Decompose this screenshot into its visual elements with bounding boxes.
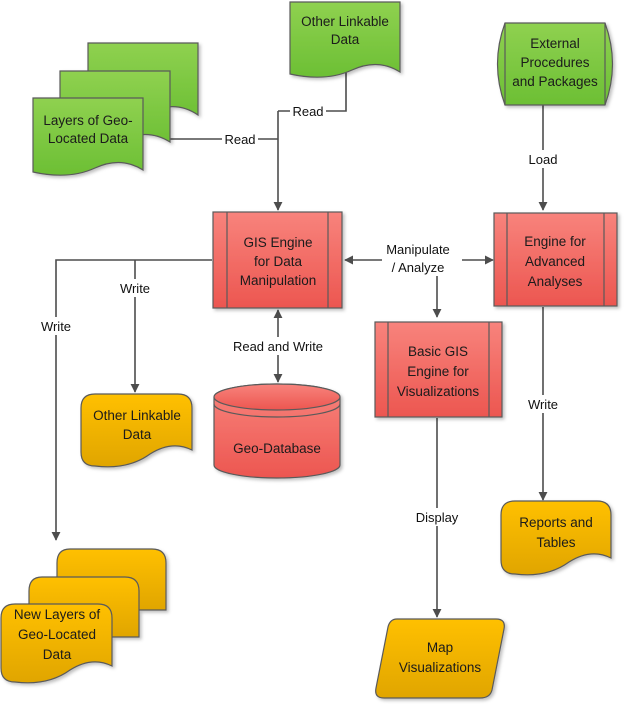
node-text: Map	[427, 640, 453, 655]
node-reports-and-tables[interactable]: Reports and Tables	[500, 500, 612, 576]
node-text: Geo-Located	[18, 627, 96, 642]
node-geo-database[interactable]: Geo-Database	[213, 383, 341, 479]
node-text: New Layers of	[14, 607, 101, 622]
node-gis-engine[interactable]: GIS Engine for Data Manipulation	[212, 211, 343, 309]
node-text: Other Linkable	[93, 408, 181, 423]
node-text: Advanced	[525, 254, 585, 269]
node-new-layers-geo-located-data[interactable]: New Layers of Geo-Located Data	[0, 548, 167, 684]
node-layers-geo-located-data[interactable]: Layers of Geo- Located Data	[32, 42, 199, 176]
node-text: GIS Engine	[243, 235, 312, 250]
node-basic-gis-visualizations[interactable]: Basic GIS Engine for Visualizations	[374, 321, 503, 418]
node-text: Reports and	[519, 515, 593, 530]
flowchart-canvas: Read Read Load Manipulate / Analyze Read…	[0, 1, 618, 699]
node-text: Data	[331, 32, 360, 47]
node-text: Manipulation	[240, 273, 317, 288]
node-text: Geo-Database	[233, 441, 321, 456]
node-text: and Packages	[512, 74, 598, 89]
node-advanced-analyses[interactable]: Engine for Advanced Analyses	[493, 212, 618, 307]
node-map-visualizations[interactable]: Map Visualizations	[375, 618, 505, 699]
edge-label-read-other: Read	[292, 104, 323, 119]
node-other-linkable-data-input[interactable]: Other Linkable Data	[289, 1, 401, 78]
edge-label-display: Display	[416, 510, 459, 525]
edge-label-read-layers: Read	[224, 132, 255, 147]
node-text: Visualizations	[399, 660, 482, 675]
node-text: Visualizations	[397, 384, 480, 399]
node-text: Procedures	[520, 55, 589, 70]
edge-label-write-layers: Write	[41, 319, 71, 334]
node-text: Data	[43, 647, 72, 662]
node-text: Basic GIS	[408, 344, 468, 359]
node-text: External	[530, 36, 580, 51]
edge-label-load: Load	[529, 152, 558, 167]
edge-label-manipulate-1: Manipulate	[386, 242, 450, 257]
node-text: Layers of Geo-	[43, 113, 132, 128]
node-text: Data	[123, 427, 152, 442]
node-text: Located Data	[48, 131, 129, 146]
node-text: Tables	[536, 535, 575, 550]
node-text: Engine for	[407, 364, 469, 379]
node-other-linkable-data-output[interactable]: Other Linkable Data	[80, 393, 193, 468]
node-text: Analyses	[528, 274, 583, 289]
edge-label-read-write: Read and Write	[233, 339, 323, 354]
edge-label-manipulate-2: / Analyze	[392, 260, 445, 275]
edge-label-write-other: Write	[120, 281, 150, 296]
node-external-procedures[interactable]: External Procedures and Packages	[496, 22, 614, 106]
node-text: Other Linkable	[301, 14, 389, 29]
node-text: Engine for	[524, 234, 586, 249]
node-text: for Data	[254, 254, 303, 269]
edge-label-write-reports: Write	[528, 397, 558, 412]
